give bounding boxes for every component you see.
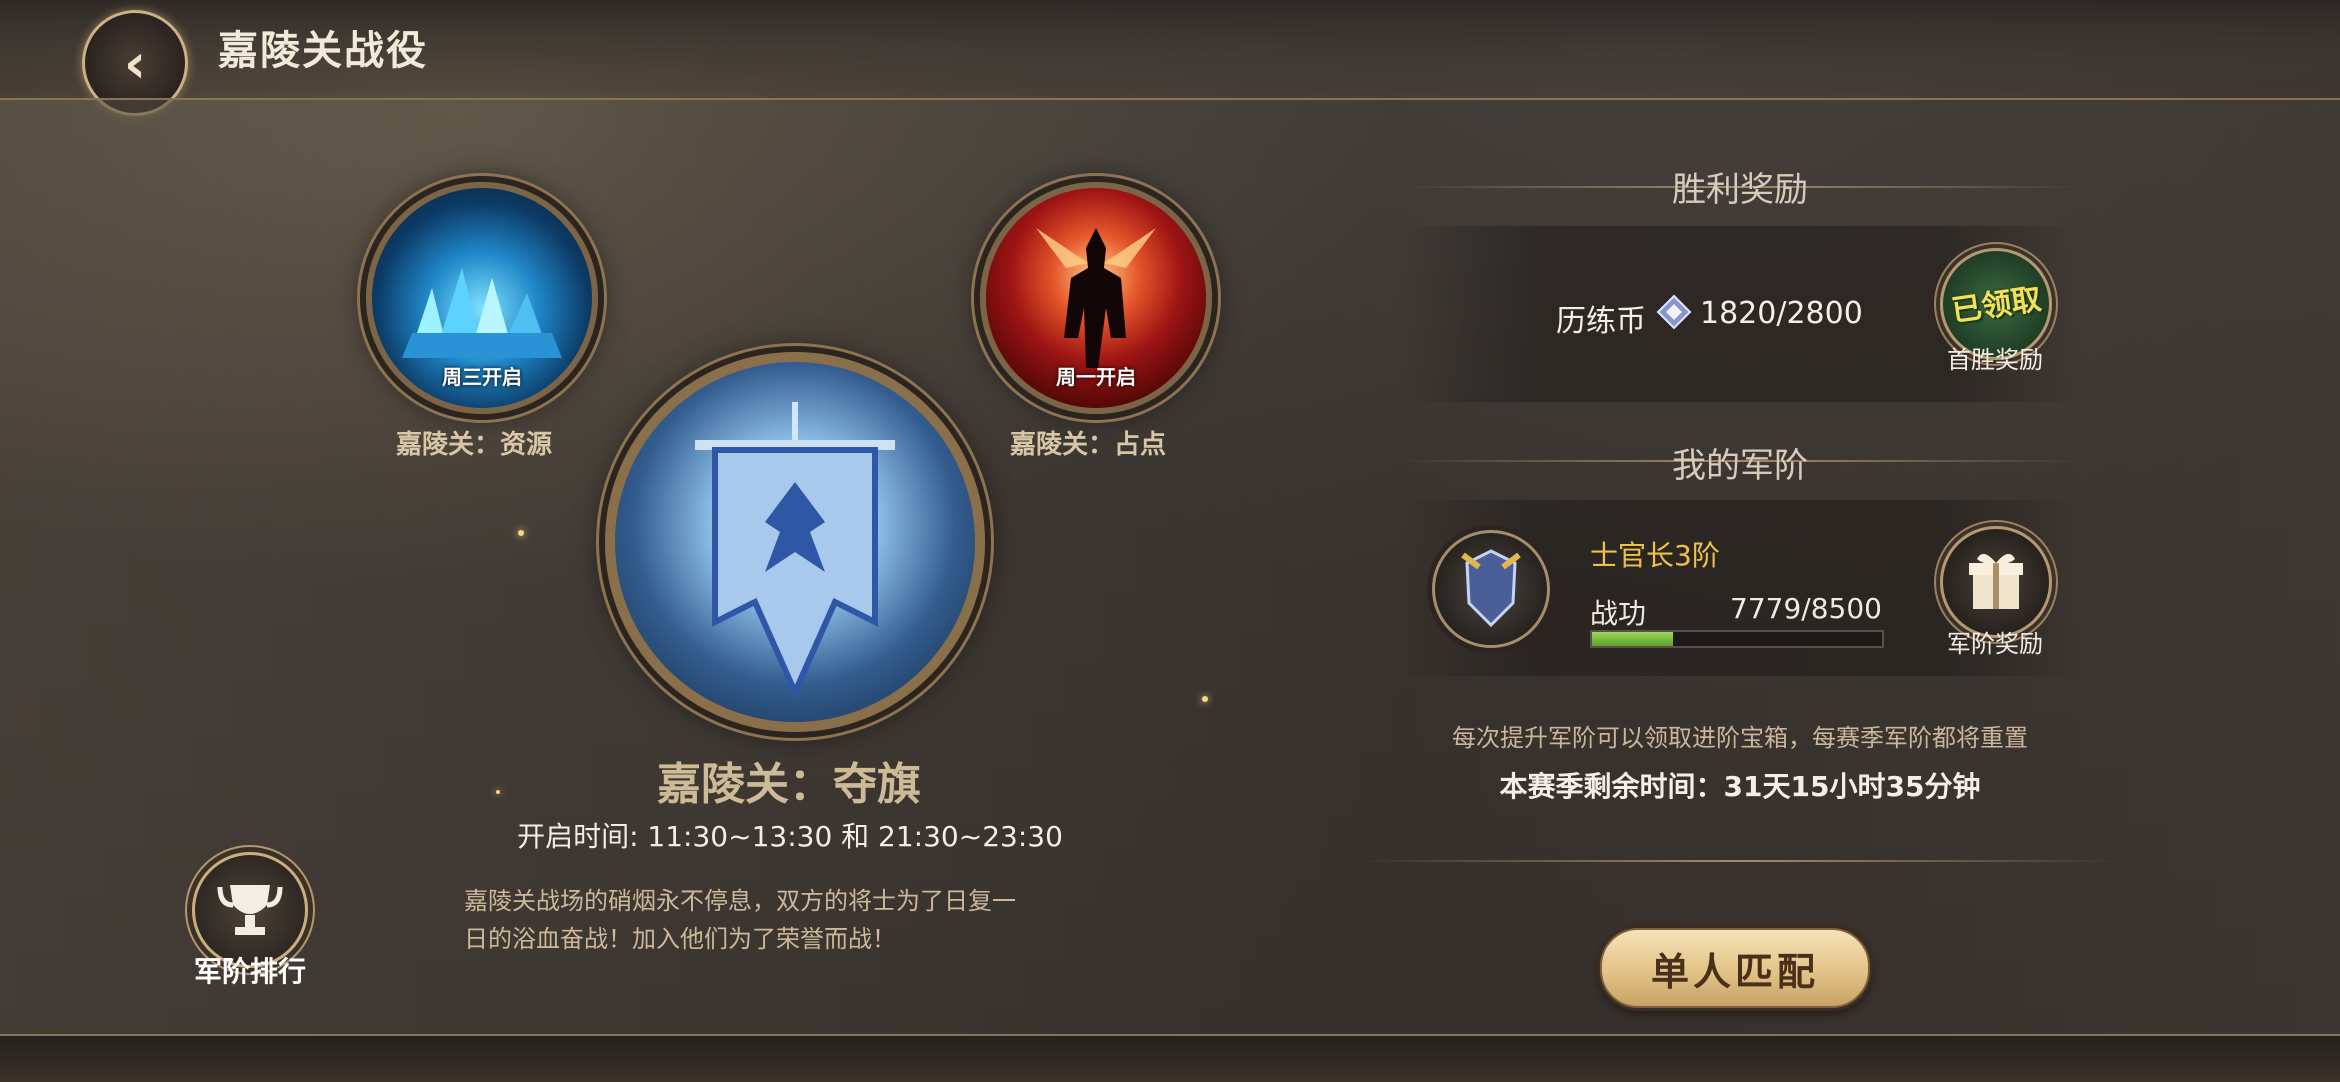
season-remaining-time: 本赛季剩余时间：31天15小时35分钟 [1499, 770, 1981, 803]
sparkle-icon [518, 530, 524, 536]
rank-name: 士官长3阶 [1590, 539, 1720, 572]
coin-icon [1656, 294, 1692, 330]
flag-mode-title: 嘉陵关：夺旗 [657, 759, 921, 810]
crystals-icon [402, 268, 562, 358]
flag-description-line: 嘉陵关战场的硝烟永不停息，双方的将士为了日复一 [464, 887, 1016, 915]
capture-mode-label: 嘉陵关：占点 [1010, 430, 1167, 460]
victory-rewards-title: 胜利奖励 [1672, 170, 1808, 210]
flag-open-time: 开启时间: 11:30~13:30 和 21:30~23:30 [517, 820, 1063, 853]
merit-value: 7779/8500 [1730, 592, 1882, 625]
gift-icon [1969, 553, 2023, 609]
merit-label: 战功 [1590, 597, 1647, 630]
merit-progress-bar [1590, 630, 1884, 648]
first-win-label: 首胜奖励 [1947, 346, 2043, 374]
page-title: 嘉陵关战役 [218, 28, 428, 74]
resource-mode-label: 嘉陵关：资源 [396, 430, 553, 460]
my-rank-title: 我的军阶 [1672, 446, 1808, 486]
mode-flag-button[interactable] [605, 352, 985, 732]
merit-progress-fill [1592, 632, 1674, 646]
trophy-icon [217, 885, 283, 935]
capture-schedule-badge: 周一开启 [1056, 365, 1136, 389]
rank-reward-button[interactable] [1940, 526, 2052, 638]
mode-resource-button[interactable]: 周三开启 [366, 182, 598, 414]
mode-capture-button[interactable]: 周一开启 [980, 182, 1212, 414]
flag-description: 嘉陵关战场的硝烟永不停息，双方的将士为了日复一 日的浴血奋战！加入他们为了荣誉而… [464, 882, 1104, 958]
coin-label: 历练币 [1556, 304, 1646, 339]
rank-emblem-icon [1432, 530, 1550, 648]
divider [1360, 860, 2120, 862]
coin-value: 1820/2800 [1700, 296, 1863, 331]
rank-reset-info: 每次提升军阶可以领取进阶宝箱，每赛季军阶都将重置 [1452, 724, 2028, 752]
sparkle-icon [496, 790, 500, 794]
shield-icon [1461, 549, 1521, 628]
banner-icon [695, 402, 895, 700]
rank-ranking-label: 军阶排行 [193, 955, 306, 988]
single-match-button[interactable]: 单人匹配 [1600, 928, 1870, 1008]
panel-bottom-strip [0, 1034, 2340, 1082]
flag-description-line: 日的浴血奋战！加入他们为了荣誉而战！ [464, 925, 896, 953]
resource-schedule-badge: 周三开启 [442, 365, 522, 389]
back-arrow-icon: ‹ [123, 31, 147, 95]
sparkle-icon [1202, 696, 1208, 702]
warrior-icon [1036, 228, 1156, 368]
rank-reward-label: 军阶奖励 [1947, 630, 2043, 658]
top-bar: ‹ 嘉陵关战役 [0, 0, 2340, 116]
